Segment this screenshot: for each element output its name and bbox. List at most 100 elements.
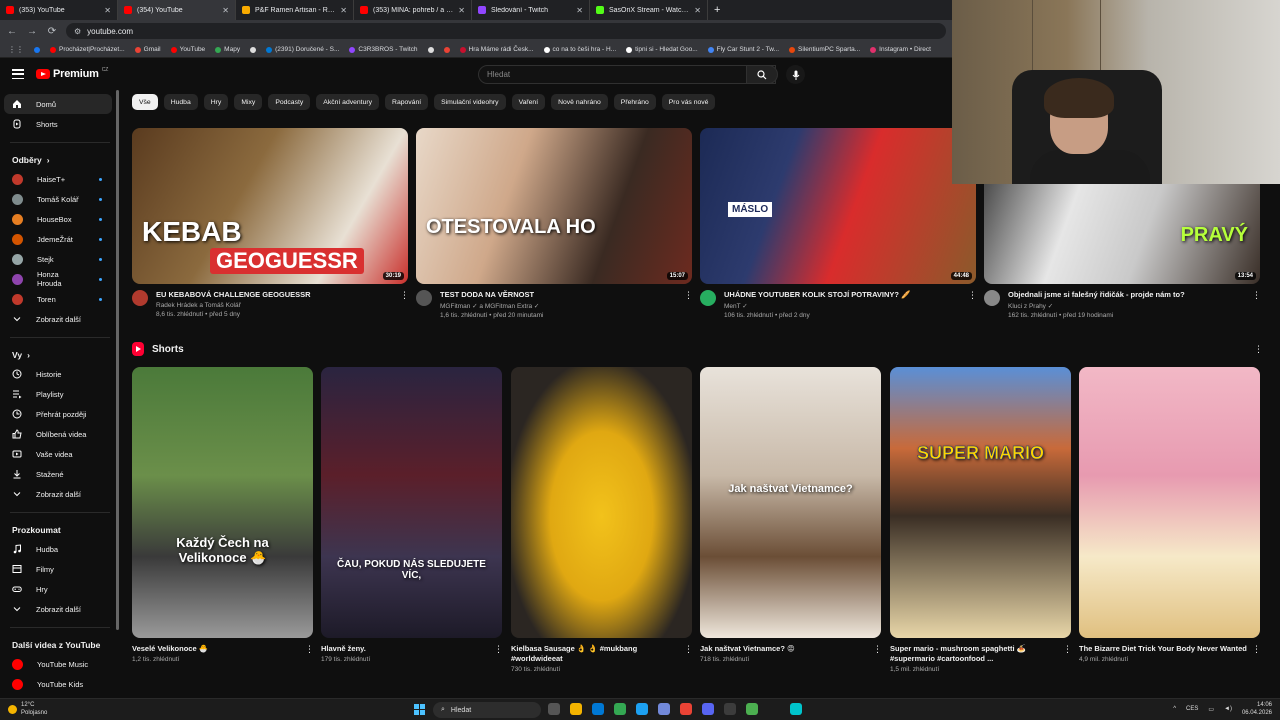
bookmark-item[interactable]: SilentiumPC Sparta... (789, 46, 860, 53)
filter-chip[interactable]: Podcasty (268, 94, 311, 110)
filter-chip[interactable]: Nově nahráno (551, 94, 608, 110)
sidebar-item-like[interactable]: Oblíbená videa (0, 424, 120, 444)
taskbar-app-icon[interactable] (614, 703, 626, 715)
short-thumbnail[interactable]: ČAU, POKUD NÁS SLEDUJETE VÍC, (321, 367, 502, 638)
more-options-icon[interactable]: ⋮ (1252, 644, 1261, 663)
subscriptions-heading[interactable]: Odběry › (0, 143, 120, 169)
video-card[interactable]: KEBAB GEOGUESSR 30:19 EU KEBABOVÁ CHALLENGE… (132, 128, 409, 318)
browser-tab[interactable]: (353) MÍNA: pohreb / a jej insta ✕ (354, 0, 472, 20)
close-icon[interactable]: ✕ (458, 6, 465, 15)
bookmark-item[interactable]: Procházet|Procházet... (50, 46, 125, 53)
filter-chip[interactable]: Pro vás nové (661, 94, 716, 110)
bookmark-item[interactable]: Mapy (215, 46, 240, 53)
browser-tab[interactable]: (354) YouTube ✕ (118, 0, 236, 20)
taskbar-app-icon[interactable] (680, 703, 692, 715)
clock[interactable]: 14:06 06.04.2026 (1242, 701, 1272, 717)
close-icon[interactable]: ✕ (576, 6, 583, 15)
more-options-icon[interactable]: ⋮ (968, 290, 977, 319)
subscription-item[interactable]: HouseBox (0, 209, 120, 229)
short-card[interactable]: Jak naštvat Vietnamce? Jak naštvat Vietna… (700, 367, 882, 663)
filter-chip[interactable]: Mixy (234, 94, 263, 110)
video-title[interactable]: TEST DODA NA VĚRNOST (440, 290, 676, 300)
bookmark-item[interactable]: Fly Car Stunt 2 - Tw... (707, 46, 779, 53)
bookmark-item[interactable] (34, 46, 40, 53)
video-title[interactable]: EU KEBABOVÁ CHALLENGE GEOGUESSR (156, 290, 392, 300)
filter-chip[interactable]: Vaření (511, 94, 546, 110)
short-title[interactable]: Super mario - mushroom spaghetti 🍝 #supe… (890, 644, 1059, 664)
more-options-icon[interactable]: ⋮ (400, 290, 409, 318)
subscription-item[interactable]: Tomáš Kolář (0, 189, 120, 209)
video-thumbnail[interactable]: OTESTOVALA HO 15:07 (416, 128, 692, 284)
short-title[interactable]: The Bizarre Diet Trick Your Body Never W… (1079, 644, 1248, 654)
short-card[interactable]: The Bizarre Diet Trick Your Body Never W… (1079, 367, 1261, 663)
short-title[interactable]: Veselé Velikonoce 🐣 (132, 644, 301, 654)
taskbar-search[interactable]: ⌕ Hledat (433, 702, 541, 718)
subscription-item[interactable]: Toren (0, 289, 120, 309)
filter-chip[interactable]: Rapování (385, 94, 429, 110)
new-tab-icon[interactable]: + (708, 4, 726, 16)
bookmark-item[interactable]: co na to češi hra - H... (543, 46, 616, 53)
browser-tab[interactable]: (353) YouTube ✕ (0, 0, 118, 20)
short-title[interactable]: Jak naštvat Vietnamce? 😡 (700, 644, 869, 654)
short-title[interactable]: Kielbasa Sausage 👌 👌 #mukbang #worldwide… (511, 644, 680, 664)
taskbar-app-icon[interactable] (768, 703, 780, 715)
taskbar-app-icon[interactable] (746, 703, 758, 715)
subscription-item[interactable]: Stejk (0, 249, 120, 269)
bookmark-item[interactable]: (2391) Doručené - S... (266, 46, 339, 53)
show-more-button[interactable]: Zobrazit další (0, 484, 120, 504)
video-card[interactable]: OTESTOVALA HO 15:07 TEST DODA NA VĚRNOST MG… (416, 128, 693, 319)
bookmark-item[interactable]: C3R3BROS - Twitch (349, 46, 418, 53)
forward-icon[interactable]: → (26, 26, 38, 37)
video-card[interactable]: MÁSLO 44:48 UHÁDNE YOUTUBER KOLIK STOJÍ PO… (700, 128, 977, 319)
you-heading[interactable]: Vy › (0, 338, 120, 364)
menu-icon[interactable] (12, 69, 24, 79)
language-indicator[interactable]: CES (1186, 706, 1198, 712)
show-more-button[interactable]: Zobrazit další (0, 599, 120, 619)
short-thumbnail[interactable]: SUPER MARIO (890, 367, 1071, 638)
sidebar-item-shorts[interactable]: Shorts (0, 114, 120, 134)
filter-chip[interactable]: Hudba (163, 94, 198, 110)
filter-chip[interactable]: Přehráno (613, 94, 656, 110)
video-channel[interactable]: Kluci z Prahy ✓ (1008, 302, 1244, 310)
close-icon[interactable]: ✕ (340, 6, 347, 15)
bookmark-item[interactable]: Hra Máme rádi Česk... (459, 46, 534, 53)
sidebar-item-history[interactable]: Historie (0, 364, 120, 384)
subscription-item[interactable]: Honza Hrouda (0, 269, 120, 289)
sidebar-item-home[interactable]: Domů (4, 94, 112, 114)
search-input[interactable]: Hledat (478, 65, 776, 84)
short-thumbnail[interactable] (511, 367, 692, 638)
show-more-button[interactable]: Zobrazit další (0, 309, 120, 329)
taskbar-app-icon[interactable] (548, 703, 560, 715)
weather-widget[interactable]: 12°C Polojasno (8, 701, 47, 717)
video-title[interactable]: Objednali jsme si falešný řidičák - proj… (1008, 290, 1244, 300)
search-button[interactable] (746, 65, 778, 84)
sidebar-item-watch-later[interactable]: Přehrát později (0, 404, 120, 424)
channel-avatar[interactable] (416, 290, 432, 306)
sidebar-item-your-videos[interactable]: Vaše videa (0, 444, 120, 464)
volume-icon[interactable]: ◄) (1224, 706, 1232, 712)
channel-avatar[interactable] (132, 290, 148, 306)
sidebar-item-playlist[interactable]: Playlisty (0, 384, 120, 404)
back-icon[interactable]: ← (6, 26, 18, 37)
video-thumbnail[interactable]: MÁSLO 44:48 (700, 128, 976, 284)
more-options-icon[interactable]: ⋮ (1063, 644, 1072, 673)
bookmark-item[interactable] (427, 46, 434, 53)
sidebar-item-film[interactable]: Filmy (0, 559, 120, 579)
more-options-icon[interactable]: ⋮ (305, 644, 314, 663)
taskbar-app-icon[interactable] (658, 703, 670, 715)
voice-search-button[interactable] (786, 65, 805, 84)
taskbar-app-icon[interactable] (724, 703, 736, 715)
sidebar-item-download[interactable]: Stažené (0, 464, 120, 484)
subscription-item[interactable]: HaiseT+ (0, 169, 120, 189)
tray-chevron-icon[interactable]: ^ (1173, 706, 1176, 712)
taskbar-app-icon[interactable] (702, 703, 714, 715)
taskbar-app-icon[interactable] (592, 703, 604, 715)
url-field[interactable]: ⚙ youtube.com (66, 23, 946, 39)
sidebar-item-youtube-app[interactable]: YouTube Kids (0, 674, 120, 694)
filter-chip[interactable]: Akční adventury (316, 94, 380, 110)
reload-icon[interactable]: ⟳ (46, 26, 58, 37)
network-icon[interactable]: ▭ (1208, 706, 1214, 713)
short-card[interactable]: SUPER MARIO Super mario - mushroom spaghe… (890, 367, 1072, 673)
site-info-icon[interactable]: ⚙ (74, 27, 81, 36)
more-options-icon[interactable]: ⋮ (1252, 290, 1261, 319)
